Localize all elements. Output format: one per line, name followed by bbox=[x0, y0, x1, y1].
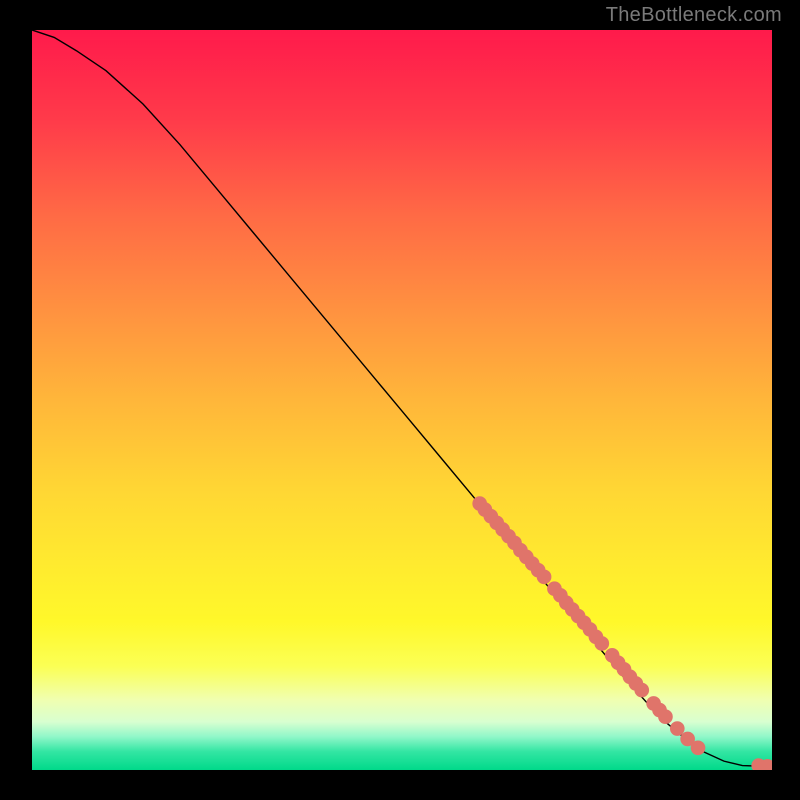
data-point bbox=[658, 709, 673, 724]
data-point bbox=[594, 636, 609, 651]
data-point bbox=[537, 570, 552, 585]
data-point bbox=[691, 740, 706, 755]
data-point bbox=[634, 683, 649, 698]
chart-svg bbox=[32, 30, 772, 770]
gradient-background bbox=[32, 30, 772, 770]
chart-stage: TheBottleneck.com bbox=[0, 0, 800, 800]
watermark-text: TheBottleneck.com bbox=[606, 4, 782, 27]
plot-area bbox=[32, 30, 772, 770]
data-point bbox=[670, 721, 685, 736]
